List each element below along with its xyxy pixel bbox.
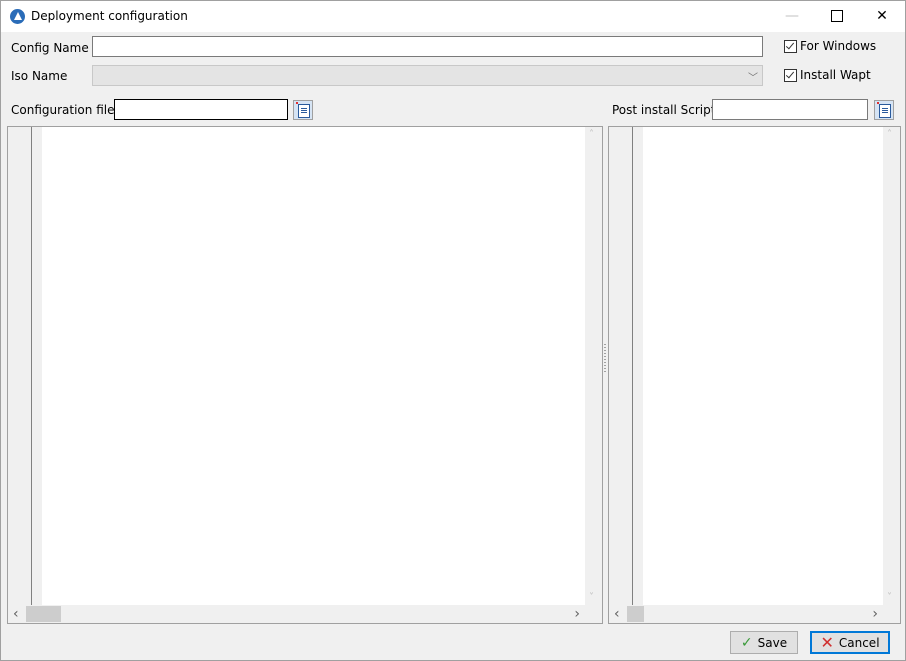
configuration-file-label: Configuration file bbox=[11, 103, 115, 117]
gutter-separator bbox=[632, 127, 633, 605]
maximize-icon bbox=[831, 10, 843, 22]
browse-configuration-file-button[interactable] bbox=[293, 100, 313, 120]
scroll-up-icon[interactable]: ˄ bbox=[589, 129, 594, 140]
gutter-separator bbox=[31, 127, 32, 605]
scroll-up-icon[interactable]: ˄ bbox=[887, 129, 892, 140]
for-windows-checkbox[interactable]: For Windows bbox=[784, 39, 876, 53]
install-wapt-label: Install Wapt bbox=[800, 68, 871, 82]
scroll-right-icon[interactable]: › bbox=[574, 606, 580, 622]
scroll-left-icon[interactable]: ‹ bbox=[13, 606, 19, 622]
vertical-scrollbar[interactable]: ˄ ˅ bbox=[883, 127, 900, 605]
wapt-logo-icon bbox=[10, 9, 25, 24]
post-install-script-label: Post install Script bbox=[612, 103, 716, 117]
grip-icon bbox=[604, 344, 606, 372]
iso-name-select[interactable]: ﹀ bbox=[92, 65, 763, 86]
cancel-label: Cancel bbox=[838, 635, 880, 650]
for-windows-label: For Windows bbox=[800, 39, 877, 53]
cancel-button[interactable]: ✕ Cancel bbox=[810, 631, 890, 654]
scroll-down-icon[interactable]: ˅ bbox=[589, 592, 594, 603]
horizontal-scrollbar[interactable]: ‹ › bbox=[609, 605, 900, 623]
close-button[interactable]: ✕ bbox=[859, 1, 905, 32]
maximize-button[interactable] bbox=[814, 1, 860, 32]
deployment-configuration-window: Deployment configuration — ✕ Config Name… bbox=[0, 0, 906, 661]
install-wapt-checkbox[interactable]: Install Wapt bbox=[784, 68, 871, 82]
cross-icon: ✕ bbox=[820, 633, 834, 652]
post-install-script-input[interactable] bbox=[712, 99, 868, 120]
configuration-file-editor[interactable]: ˄ ˅ ‹ › bbox=[7, 126, 603, 624]
vertical-scrollbar[interactable]: ˄ ˅ bbox=[585, 127, 602, 605]
document-icon bbox=[298, 104, 310, 118]
configuration-file-input[interactable] bbox=[114, 99, 288, 120]
checkbox-checked-icon bbox=[784, 39, 797, 53]
document-icon bbox=[879, 104, 891, 118]
iso-name-label: Iso Name bbox=[11, 69, 68, 83]
minimize-button[interactable]: — bbox=[769, 1, 815, 32]
scroll-left-icon[interactable]: ‹ bbox=[614, 606, 620, 622]
save-label: Save bbox=[757, 635, 788, 650]
line-number-gutter bbox=[609, 127, 643, 605]
config-name-label: Config Name bbox=[11, 41, 89, 55]
scrollbar-thumb[interactable] bbox=[627, 606, 644, 622]
horizontal-scrollbar[interactable]: ‹ › bbox=[8, 605, 602, 623]
config-name-input[interactable] bbox=[92, 36, 763, 57]
checkmark-icon: ✓ bbox=[740, 634, 753, 651]
title-bar: Deployment configuration — ✕ bbox=[1, 1, 905, 32]
window-title: Deployment configuration bbox=[31, 9, 188, 23]
scrollbar-thumb[interactable] bbox=[26, 606, 61, 622]
post-install-script-editor[interactable]: ˄ ˅ ‹ › bbox=[608, 126, 901, 624]
chevron-down-icon: ﹀ bbox=[748, 73, 758, 84]
scroll-down-icon[interactable]: ˅ bbox=[887, 592, 892, 603]
scroll-right-icon[interactable]: › bbox=[872, 606, 878, 622]
browse-post-install-script-button[interactable] bbox=[874, 100, 894, 120]
line-number-gutter bbox=[8, 127, 42, 605]
checkbox-checked-icon bbox=[784, 68, 797, 82]
save-button[interactable]: ✓ Save bbox=[730, 631, 798, 654]
